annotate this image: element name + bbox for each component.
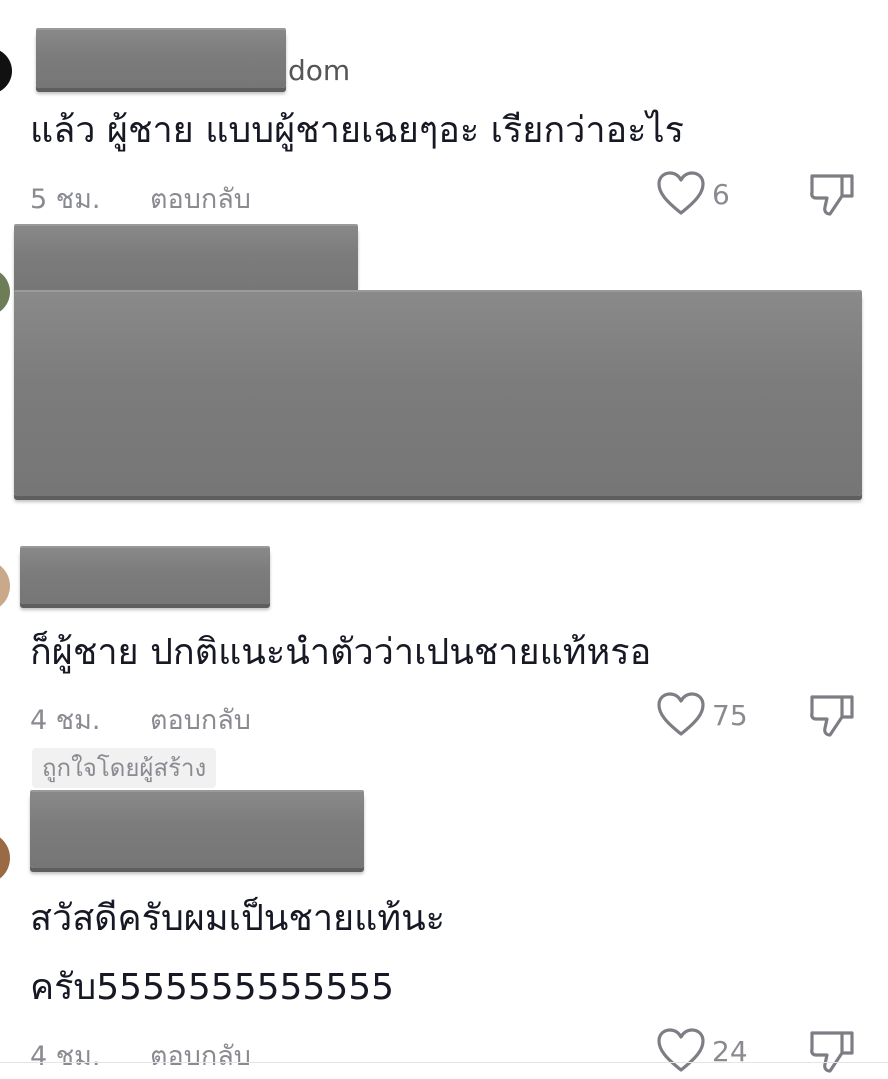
heart-outline-icon — [657, 171, 705, 215]
reply-button[interactable]: ตอบกลับ — [150, 177, 251, 220]
comment-text-line-1: สวัสดีครับผมเป็นชายแท้นะ — [30, 898, 446, 939]
username-redaction — [20, 546, 270, 604]
comment-redaction — [14, 290, 862, 496]
thumbs-down-outline-icon — [810, 1031, 854, 1073]
comment-timestamp: 4 ชม. — [30, 705, 101, 736]
liked-by-creator-badge: ถูกใจโดยผู้สร้าง — [32, 748, 217, 788]
avatar[interactable] — [0, 560, 10, 612]
dislike-button[interactable] — [808, 1027, 856, 1079]
like-button[interactable]: 24 — [656, 1028, 748, 1074]
comment-text: แล้ว ผู้ชาย แบบผู้ชายเฉยๆอะ เรียกว่าอะไร — [30, 110, 684, 151]
comment-text-line-2: ครับ5555555555555 — [30, 967, 395, 1008]
thumbs-down-outline-icon — [810, 695, 854, 737]
dislike-button[interactable] — [808, 691, 856, 743]
bottom-divider — [0, 1062, 888, 1063]
comment-timestamp: 5 ชม. — [30, 184, 101, 215]
comment-username[interactable]: dom — [288, 54, 350, 87]
reply-button[interactable]: ตอบกลับ — [150, 698, 251, 741]
avatar[interactable] — [0, 48, 12, 94]
heart-outline-icon — [657, 692, 705, 736]
dislike-button[interactable] — [808, 170, 856, 222]
username-redaction — [14, 224, 358, 292]
comment-text: ก็ผู้ชาย ปกติแนะนำตัวว่าเปนชายแท้หรอ — [30, 632, 652, 673]
like-button[interactable]: 75 — [656, 692, 748, 738]
like-button[interactable]: 6 — [656, 171, 730, 217]
username-redaction — [36, 28, 286, 88]
like-count: 6 — [712, 177, 730, 211]
avatar[interactable] — [0, 268, 10, 316]
heart-outline-icon — [657, 1028, 705, 1072]
thumbs-down-outline-icon — [810, 174, 854, 216]
like-count: 75 — [712, 698, 748, 732]
avatar[interactable] — [0, 832, 10, 884]
username-redaction — [30, 790, 364, 868]
